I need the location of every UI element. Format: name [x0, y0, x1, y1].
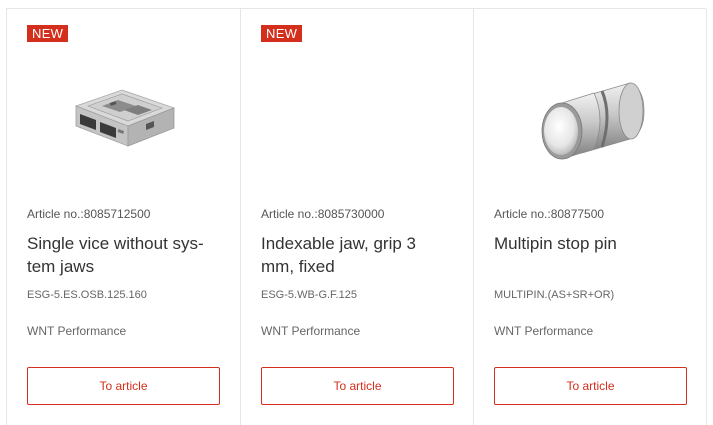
- product-image-area[interactable]: [7, 49, 240, 189]
- product-title-line-2[interactable]: tem jaws: [27, 257, 94, 276]
- product-code: ESG-5.ES.OSB.125.160: [27, 289, 147, 301]
- new-badge: NEW: [27, 25, 69, 42]
- to-article-button[interactable]: To article: [261, 367, 454, 405]
- product-title[interactable]: Single vice without sys- tem jaws: [27, 232, 226, 278]
- product-card: Article no.:80877500 Multipin stop pin M…: [474, 9, 707, 425]
- product-title[interactable]: Indexable jaw, grip 3 mm, fixed: [261, 232, 459, 278]
- brand-label: WNT Performance: [261, 324, 361, 338]
- vice-product-image[interactable]: [66, 84, 182, 154]
- product-title-line-1[interactable]: Single vice without sys-: [27, 234, 204, 253]
- product-title[interactable]: Multipin stop pin: [494, 232, 692, 255]
- to-article-button[interactable]: To article: [494, 367, 687, 405]
- new-badge: NEW: [261, 25, 303, 42]
- product-card: NEW Article no.:8085712500 Single vice w…: [7, 9, 241, 425]
- product-code: ESG-5.WB-G.F.125: [261, 289, 357, 301]
- product-title-line-2[interactable]: mm, fixed: [261, 257, 335, 276]
- to-article-button[interactable]: To article: [27, 367, 220, 405]
- product-title-line-1[interactable]: Indexable jaw, grip 3: [261, 234, 416, 253]
- brand-label: WNT Performance: [27, 324, 127, 338]
- product-image-area[interactable]: [474, 49, 706, 189]
- stop-pin-product-image[interactable]: [532, 69, 648, 169]
- product-code: MULTIPIN.(AS+SR+OR): [494, 289, 615, 301]
- article-number: Article no.:8085730000: [261, 207, 385, 221]
- product-image-area[interactable]: [241, 49, 473, 189]
- brand-label: WNT Performance: [494, 324, 594, 338]
- article-number: Article no.:8085712500: [27, 207, 151, 221]
- product-card: NEW Article no.:8085730000 Indexable jaw…: [241, 9, 474, 425]
- article-number: Article no.:80877500: [494, 207, 605, 221]
- product-grid: NEW Article no.:8085712500 Single vice w…: [6, 8, 707, 425]
